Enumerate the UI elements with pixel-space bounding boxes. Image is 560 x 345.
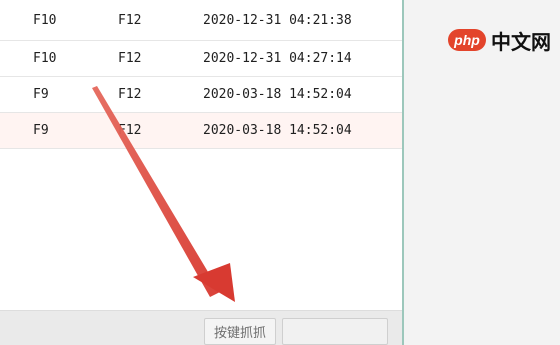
dialog-footer: 按键抓抓 xyxy=(0,310,402,345)
table-row[interactable]: F10 F12 2020-12-31 04:21:38 xyxy=(0,0,402,41)
key-records-dialog: F10 F12 2020-12-31 04:21:38 F10 F12 2020… xyxy=(0,0,402,345)
timestamp-cell: 2020-12-31 04:27:14 xyxy=(203,51,352,66)
start-key-cell: F10 xyxy=(33,12,57,28)
timestamp-cell: 2020-12-31 04:21:38 xyxy=(203,12,352,28)
secondary-action-button[interactable] xyxy=(282,318,388,345)
capture-button[interactable]: 按键抓抓 xyxy=(204,318,276,345)
start-key-cell: F9 xyxy=(33,123,49,138)
timestamp-cell: 2020-03-18 14:52:04 xyxy=(203,87,352,102)
site-name: 中文网 xyxy=(491,31,551,54)
site-watermark: php 中文网 xyxy=(448,28,558,54)
timestamp-cell: 2020-03-18 14:52:04 xyxy=(203,123,352,138)
php-logo: php xyxy=(448,29,486,51)
key-records-table: F10 F12 2020-12-31 04:21:38 F10 F12 2020… xyxy=(0,0,402,149)
selected-table-row[interactable]: F9 F12 2020-03-18 14:52:04 xyxy=(0,113,402,149)
table-row[interactable]: F9 F12 2020-03-18 14:52:04 xyxy=(0,77,402,113)
end-key-cell: F12 xyxy=(118,12,142,28)
start-key-cell: F10 xyxy=(33,51,57,66)
end-key-cell: F12 xyxy=(118,87,142,102)
start-key-cell: F9 xyxy=(33,87,49,102)
table-row[interactable]: F10 F12 2020-12-31 04:27:14 xyxy=(0,41,402,77)
end-key-cell: F12 xyxy=(118,51,142,66)
end-key-cell: F12 xyxy=(118,123,142,138)
